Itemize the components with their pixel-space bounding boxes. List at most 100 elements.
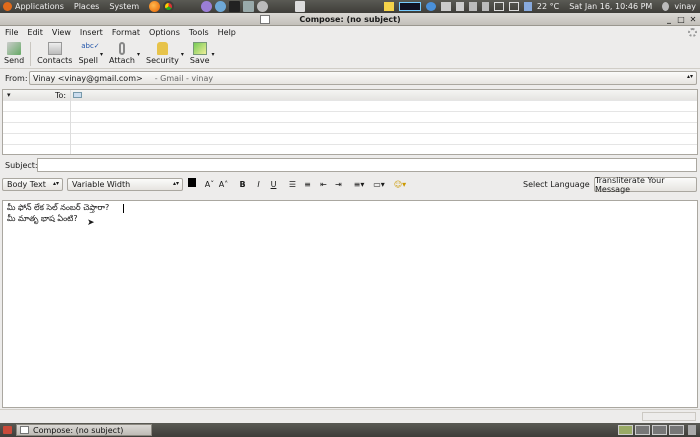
- trash-icon[interactable]: [688, 425, 696, 435]
- from-address: Vinay <vinay@gmail.com>: [33, 73, 143, 83]
- contacts-button[interactable]: Contacts: [37, 39, 72, 65]
- help-icon[interactable]: [257, 1, 269, 12]
- send-button[interactable]: Send: [4, 39, 24, 65]
- paperclip-icon: [118, 42, 125, 55]
- window-title: Compose: (no subject): [299, 14, 401, 24]
- menu-file[interactable]: File: [5, 28, 18, 37]
- subject-input[interactable]: [37, 158, 697, 172]
- attach-button[interactable]: Attach: [109, 39, 135, 65]
- clock[interactable]: Sat Jan 16, 10:46 PM: [569, 2, 652, 11]
- width-mode-select[interactable]: Variable Width ▴▾: [67, 178, 183, 191]
- recipient-row[interactable]: [3, 123, 697, 134]
- save-button[interactable]: Save: [190, 39, 210, 65]
- transliterate-button[interactable]: Transliterate Your Message: [594, 176, 697, 194]
- places-menu[interactable]: Places: [74, 2, 99, 11]
- toolbar-separator: [30, 42, 32, 66]
- menu-format[interactable]: Format: [112, 28, 140, 37]
- pidgin-icon[interactable]: [201, 1, 213, 12]
- save-dropdown-icon[interactable]: ▾: [212, 51, 215, 58]
- recipient-type-label[interactable]: To:: [55, 91, 66, 100]
- menu-insert[interactable]: Insert: [80, 28, 103, 37]
- bluetooth-icon[interactable]: [481, 2, 489, 11]
- emoticon-icon[interactable]: ☺▾: [392, 179, 408, 190]
- workspace-4[interactable]: [669, 425, 684, 435]
- insert-image-icon[interactable]: ▭▾: [372, 179, 386, 190]
- applications-menu[interactable]: Applications: [15, 2, 64, 11]
- contacts-icon: [47, 42, 62, 55]
- menu-view[interactable]: View: [52, 28, 71, 37]
- window-app-icon[interactable]: [260, 15, 270, 24]
- user-menu[interactable]: vinay: [674, 2, 696, 11]
- outdent-icon[interactable]: ⇤: [318, 179, 329, 190]
- volume-icon[interactable]: [455, 2, 464, 11]
- italic-icon[interactable]: I: [253, 179, 264, 190]
- firefox-icon[interactable]: [149, 1, 161, 12]
- mail-icon[interactable]: [493, 2, 504, 11]
- workspace-3[interactable]: [652, 425, 667, 435]
- notepad-icon[interactable]: [383, 2, 394, 11]
- underline-icon[interactable]: U: [268, 179, 279, 190]
- attach-dropdown-icon[interactable]: ▾: [137, 51, 140, 58]
- workspace-switcher[interactable]: [618, 425, 684, 435]
- message-line: మీ ఫోన్ లేక సెల్ నంబర్ చెప్తారా?: [7, 203, 110, 212]
- chevron-updown-icon: ▴▾: [172, 180, 179, 187]
- compose-window-icon: [20, 426, 29, 434]
- dropbox-icon[interactable]: [440, 2, 451, 11]
- menu-options[interactable]: Options: [149, 28, 180, 37]
- system-monitor-icon[interactable]: [398, 2, 421, 11]
- menu-tools[interactable]: Tools: [189, 28, 209, 37]
- subject-label: Subject:: [5, 161, 38, 170]
- window-title-bar[interactable]: Compose: (no subject) _ □ ✕: [0, 13, 700, 26]
- workspace-1[interactable]: [618, 425, 633, 435]
- system-menu[interactable]: System: [109, 2, 139, 11]
- app-launcher-icon[interactable]: [215, 1, 227, 12]
- menu-help[interactable]: Help: [218, 28, 236, 37]
- bold-icon[interactable]: B: [237, 179, 248, 190]
- temperature-readout[interactable]: 22 °C: [537, 2, 559, 11]
- numbered-list-icon[interactable]: ≡: [302, 179, 313, 190]
- lock-icon: [156, 42, 168, 55]
- taskbar-window-button[interactable]: Compose: (no subject): [16, 424, 152, 436]
- text-color-icon[interactable]: [188, 178, 196, 187]
- align-icon[interactable]: ≡▾: [352, 179, 366, 190]
- font-size-decrease-icon[interactable]: Aˇ: [204, 179, 215, 190]
- bullet-list-icon[interactable]: ☰: [287, 179, 298, 190]
- notes-icon[interactable]: [295, 1, 306, 12]
- from-account-select[interactable]: Vinay <vinay@gmail.com> - Gmail - vinay …: [29, 71, 697, 85]
- recipient-row[interactable]: [3, 145, 697, 156]
- font-size-increase-icon[interactable]: A˄: [218, 179, 229, 190]
- recipient-row[interactable]: ▾ To:: [3, 90, 697, 101]
- messaging-icon[interactable]: [508, 2, 519, 11]
- message-body-editor[interactable]: మీ ఫోన్ లేక సెల్ నంబర్ చెప్తారా? మీ మాతృ…: [2, 200, 698, 408]
- recipient-row[interactable]: [3, 112, 697, 123]
- menu-edit[interactable]: Edit: [27, 28, 43, 37]
- minimize-icon[interactable]: _: [664, 15, 674, 24]
- info-icon[interactable]: [425, 2, 436, 11]
- screenshot-icon[interactable]: [243, 1, 255, 12]
- maximize-icon[interactable]: □: [676, 15, 686, 24]
- network-icon[interactable]: [468, 2, 477, 11]
- spell-button[interactable]: abc✓ Spell: [78, 39, 99, 65]
- spell-dropdown-icon[interactable]: ▾: [100, 51, 103, 58]
- select-language-dropdown[interactable]: Select Language: [523, 180, 590, 189]
- address-book-icon[interactable]: [73, 92, 82, 98]
- pin-icon: ▾: [7, 91, 11, 99]
- indent-icon[interactable]: ⇥: [333, 179, 344, 190]
- security-button[interactable]: Security: [146, 39, 179, 65]
- body-format-select[interactable]: Body Text ▴▾: [2, 178, 63, 191]
- weather-icon[interactable]: [523, 2, 532, 11]
- workspace-2[interactable]: [635, 425, 650, 435]
- busy-spinner-icon: [688, 28, 697, 37]
- from-dropdown-icon: ▴▾: [686, 73, 693, 80]
- recipients-table[interactable]: ▾ To:: [2, 89, 698, 155]
- recipient-row[interactable]: [3, 134, 697, 145]
- terminal-icon[interactable]: [229, 1, 241, 12]
- user-icon[interactable]: [662, 2, 670, 11]
- chrome-icon[interactable]: [163, 1, 175, 12]
- ubuntu-logo-icon[interactable]: [3, 2, 12, 11]
- recipient-row[interactable]: [3, 101, 697, 112]
- show-desktop-icon[interactable]: [3, 426, 12, 434]
- from-account-name: - Gmail - vinay: [154, 73, 214, 83]
- close-icon[interactable]: ✕: [688, 15, 698, 24]
- security-dropdown-icon[interactable]: ▾: [181, 51, 184, 58]
